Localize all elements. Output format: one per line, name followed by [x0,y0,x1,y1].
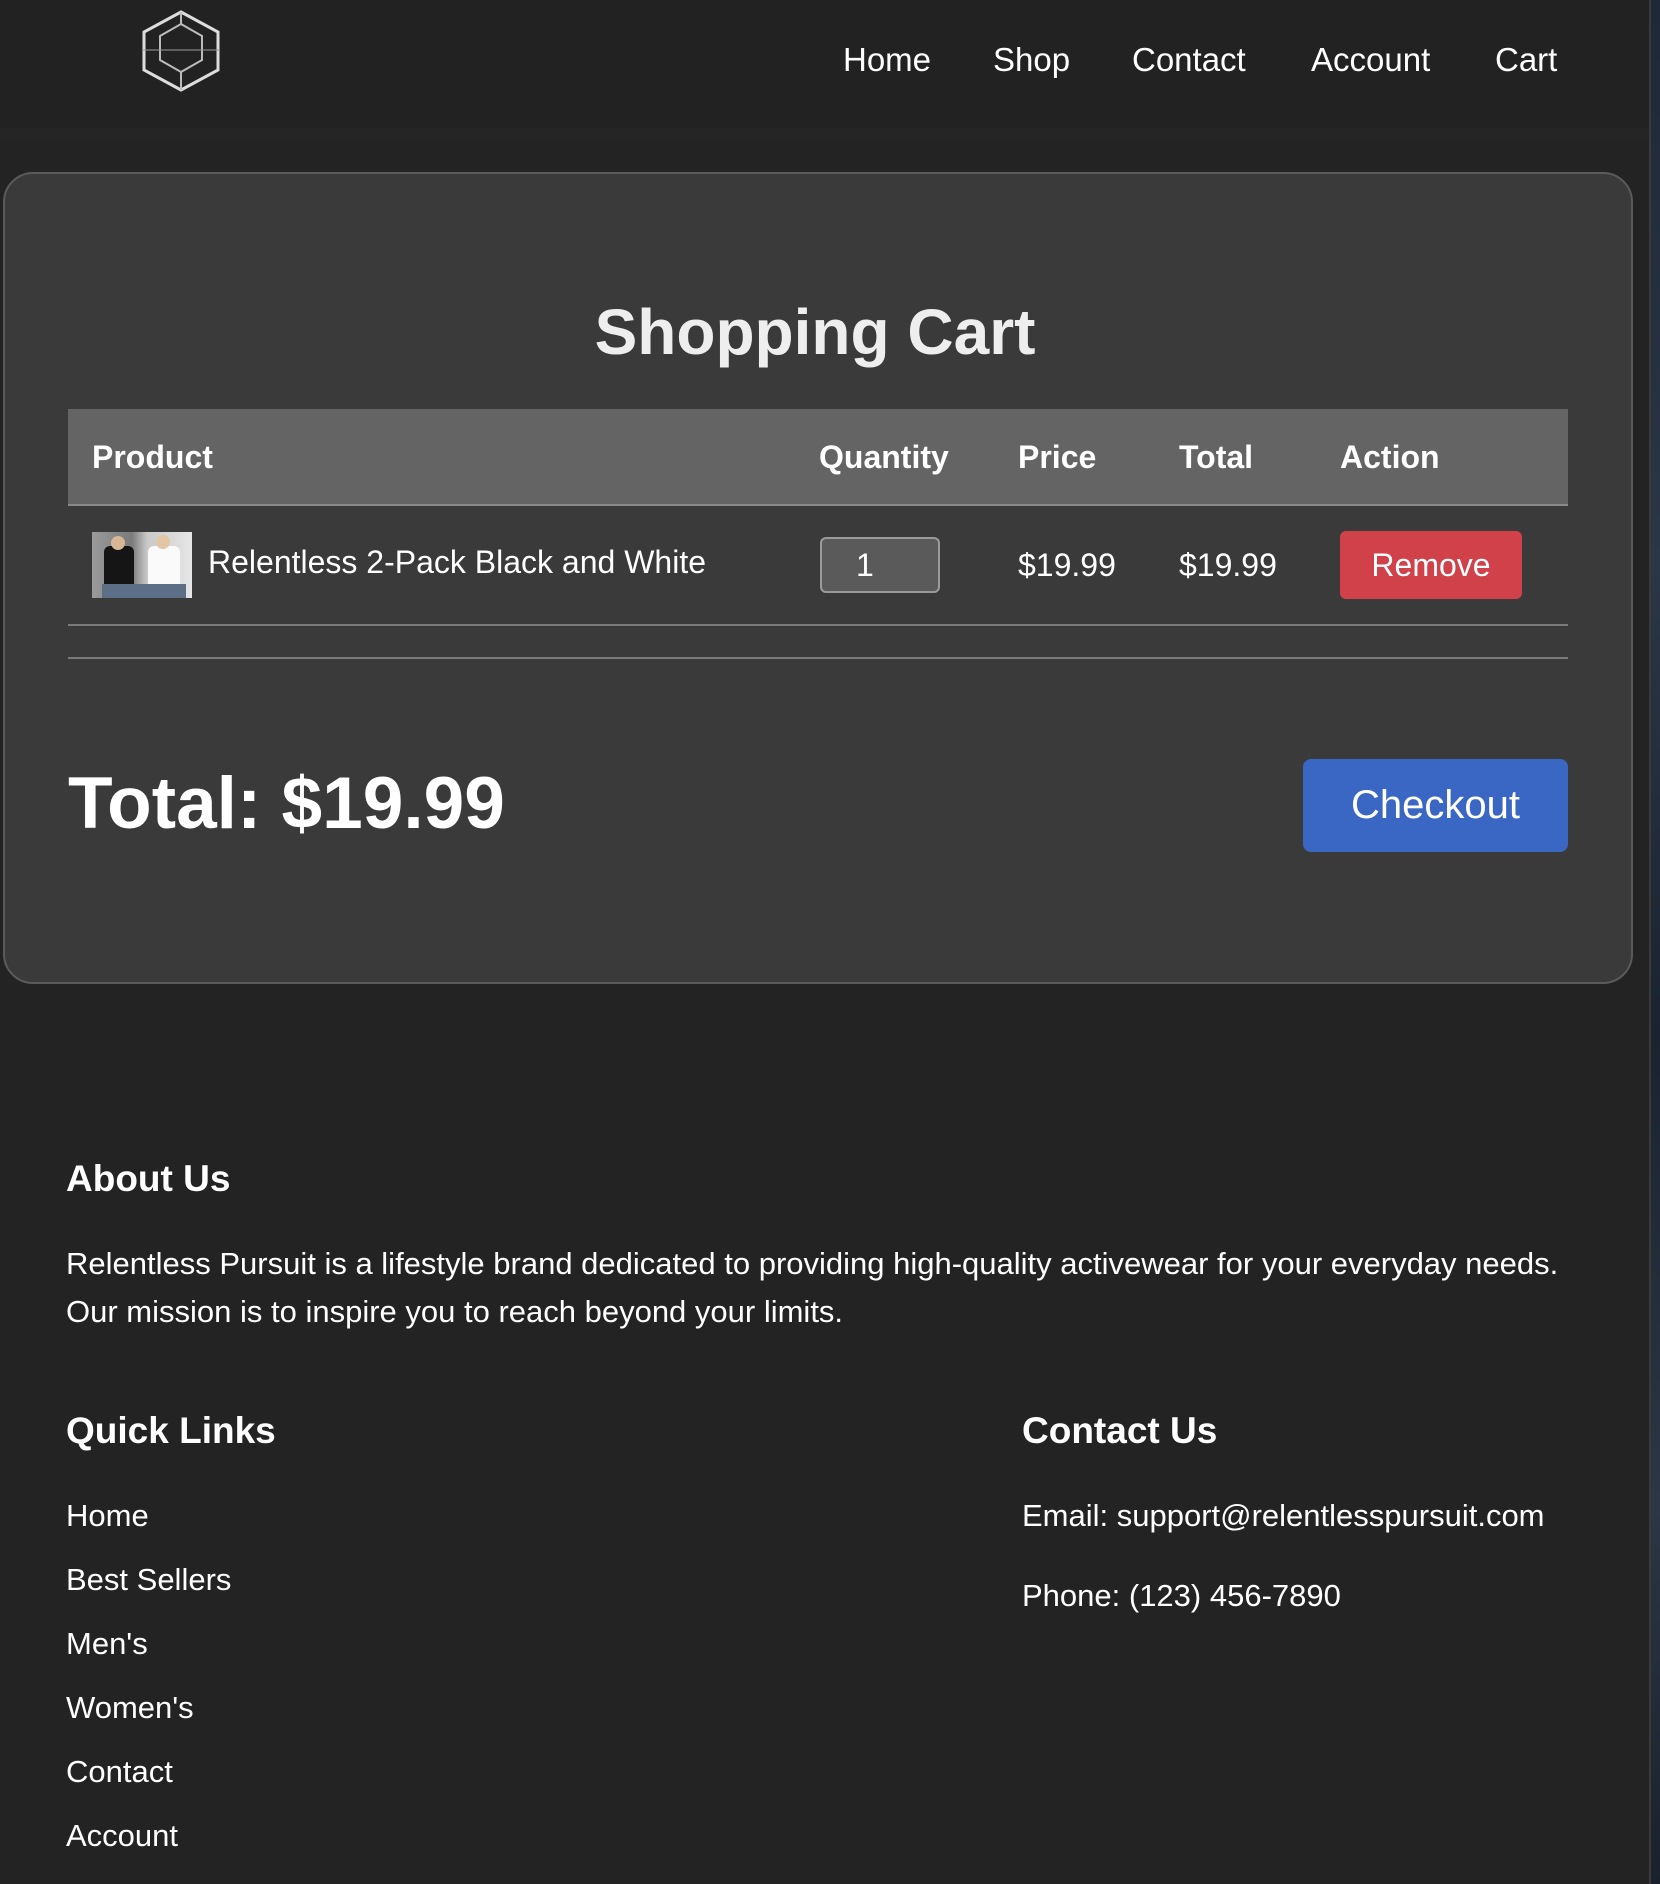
item-total: $19.99 [1179,547,1277,583]
table-divider [68,657,1568,659]
nav-home[interactable]: Home [843,38,931,82]
about-text: Relentless Pursuit is a lifestyle brand … [66,1246,1559,1329]
column-header-total: Total [1179,439,1254,475]
cart-table-header: Product Quantity Price Total Action [68,409,1568,506]
footer-link-best-sellers[interactable]: Best Sellers [66,1562,231,1598]
hexagon-logo-icon[interactable] [138,10,224,92]
footer-link-account[interactable]: Account [66,1818,178,1854]
table-row: Relentless 2-Pack Black and White $19.99… [68,506,1568,626]
column-header-quantity: Quantity [819,439,949,475]
nav-contact[interactable]: Contact [1132,38,1246,82]
header-shadow [0,128,1649,140]
contact-phone: Phone: (123) 456-7890 [1022,1578,1341,1613]
footer-link-mens[interactable]: Men's [66,1626,148,1662]
site-header: Home Shop Contact Account Cart [0,0,1649,140]
column-header-price: Price [1018,439,1097,475]
remove-button[interactable]: Remove [1340,531,1522,599]
footer-link-womens[interactable]: Women's [66,1690,194,1726]
quantity-input[interactable] [820,537,940,593]
item-price: $19.99 [1018,547,1116,583]
thumbnail-figure [111,536,125,550]
contact-email[interactable]: Email: support@relentlesspursuit.com [1022,1498,1545,1534]
background-edge [1651,0,1660,1884]
thumbnail-figure [102,584,186,598]
cart-total: Total: $19.99 [68,763,505,844]
page-root: Home Shop Contact Account Cart Shopping … [0,0,1660,1884]
column-header-action: Action [1340,439,1440,475]
thumbnail-figure [148,546,180,586]
nav-cart[interactable]: Cart [1495,38,1557,82]
nav-shop[interactable]: Shop [993,38,1070,82]
page-title: Shopping Cart [594,296,1036,368]
contact-heading: Contact Us [1022,1410,1218,1451]
product-name[interactable]: Relentless 2-Pack Black and White [208,544,706,581]
footer-link-contact[interactable]: Contact [66,1754,173,1790]
product-thumbnail[interactable] [92,532,192,598]
about-heading: About Us [66,1158,231,1199]
footer-link-home[interactable]: Home [66,1498,149,1534]
checkout-button[interactable]: Checkout [1303,759,1568,852]
quick-links-heading: Quick Links [66,1410,276,1451]
thumbnail-figure [156,535,170,549]
thumbnail-figure [104,546,134,586]
column-header-product: Product [92,439,213,475]
nav-account[interactable]: Account [1311,38,1430,82]
